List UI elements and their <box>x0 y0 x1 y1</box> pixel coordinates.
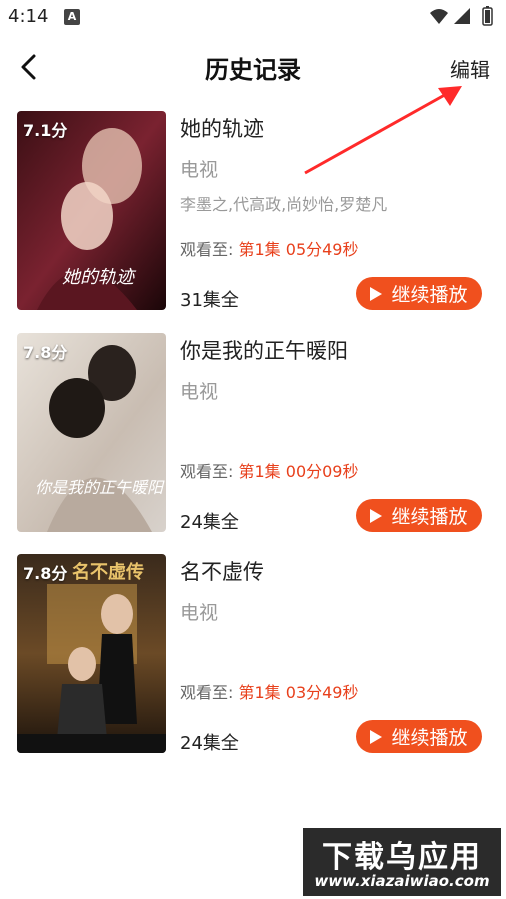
svg-text:你是我的正午暖阳: 你是我的正午暖阳 <box>35 478 165 497</box>
item-title[interactable]: 她的轨迹 <box>180 113 264 143</box>
continue-play-label: 继续播放 <box>391 284 468 306</box>
episode-count: 24集全 <box>180 512 239 533</box>
progress-value: 第1集 03分49秒 <box>238 683 359 702</box>
edit-button[interactable]: 编辑 <box>450 54 490 83</box>
signal-icon <box>454 8 470 24</box>
item-title[interactable]: 你是我的正午暖阳 <box>180 335 348 365</box>
chevron-left-icon <box>21 54 36 80</box>
progress-value: 第1集 00分09秒 <box>238 462 359 481</box>
watermark-url: www.xiazaiwiao.com <box>314 872 490 890</box>
back-button[interactable] <box>14 52 44 82</box>
continue-play-label: 继续播放 <box>391 727 468 749</box>
watch-progress: 观看至: 第1集 05分49秒 <box>180 236 359 260</box>
status-time: 4:14 <box>8 6 49 27</box>
history-item[interactable]: 你是我的正午暖阳 7.8分 你是我的正午暖阳 电视 观看至: 第1集 00分09… <box>0 333 506 533</box>
status-bar: 4:14 A <box>0 0 506 34</box>
watch-progress: 观看至: 第1集 03分49秒 <box>180 679 359 703</box>
watermark-logo: 下载乌应用 www.xiazaiwiao.com <box>303 828 501 896</box>
play-icon <box>370 286 383 301</box>
score-badge: 7.1分 <box>23 121 68 140</box>
continue-play-button[interactable]: 继续播放 <box>356 720 482 753</box>
progress-label: 观看至: <box>180 683 234 702</box>
continue-play-button[interactable]: 继续播放 <box>356 499 482 532</box>
svg-text:名不虚传: 名不虚传 <box>72 561 144 583</box>
history-item[interactable]: 名不虚传 7.8分 名不虚传 电视 观看至: 第1集 03分49秒 24集全 继… <box>0 554 506 754</box>
play-icon <box>370 729 383 744</box>
item-genre: 电视 <box>180 159 219 181</box>
poster-thumbnail[interactable]: 你是我的正午暖阳 7.8分 <box>17 333 166 532</box>
history-item[interactable]: 她的轨迹 7.1分 她的轨迹 电视 李墨之,代高政,尚妙怡,罗楚凡 观看至: 第… <box>0 111 506 311</box>
episode-count: 24集全 <box>180 733 239 754</box>
item-cast: 李墨之,代高政,尚妙怡,罗楚凡 <box>180 195 388 214</box>
watch-progress: 观看至: 第1集 00分09秒 <box>180 458 359 482</box>
wifi-icon <box>430 9 448 24</box>
continue-play-label: 继续播放 <box>391 506 468 528</box>
notification-icon: A <box>64 9 80 25</box>
play-icon <box>370 508 383 523</box>
battery-icon <box>482 6 493 26</box>
poster-thumbnail[interactable]: 她的轨迹 7.1分 <box>17 111 166 310</box>
svg-text:她的轨迹: 她的轨迹 <box>62 267 137 288</box>
score-badge: 7.8分 <box>23 343 68 362</box>
episode-count: 31集全 <box>180 290 239 311</box>
watermark-title: 下载乌应用 <box>322 840 482 875</box>
continue-play-button[interactable]: 继续播放 <box>356 277 482 310</box>
poster-thumbnail[interactable]: 名不虚传 7.8分 <box>17 554 166 753</box>
status-icons <box>430 6 493 26</box>
score-badge: 7.8分 <box>23 564 68 583</box>
progress-label: 观看至: <box>180 462 234 481</box>
item-title[interactable]: 名不虚传 <box>180 556 264 586</box>
progress-label: 观看至: <box>180 240 234 259</box>
progress-value: 第1集 05分49秒 <box>238 240 359 259</box>
item-genre: 电视 <box>180 602 219 624</box>
item-genre: 电视 <box>180 381 219 403</box>
